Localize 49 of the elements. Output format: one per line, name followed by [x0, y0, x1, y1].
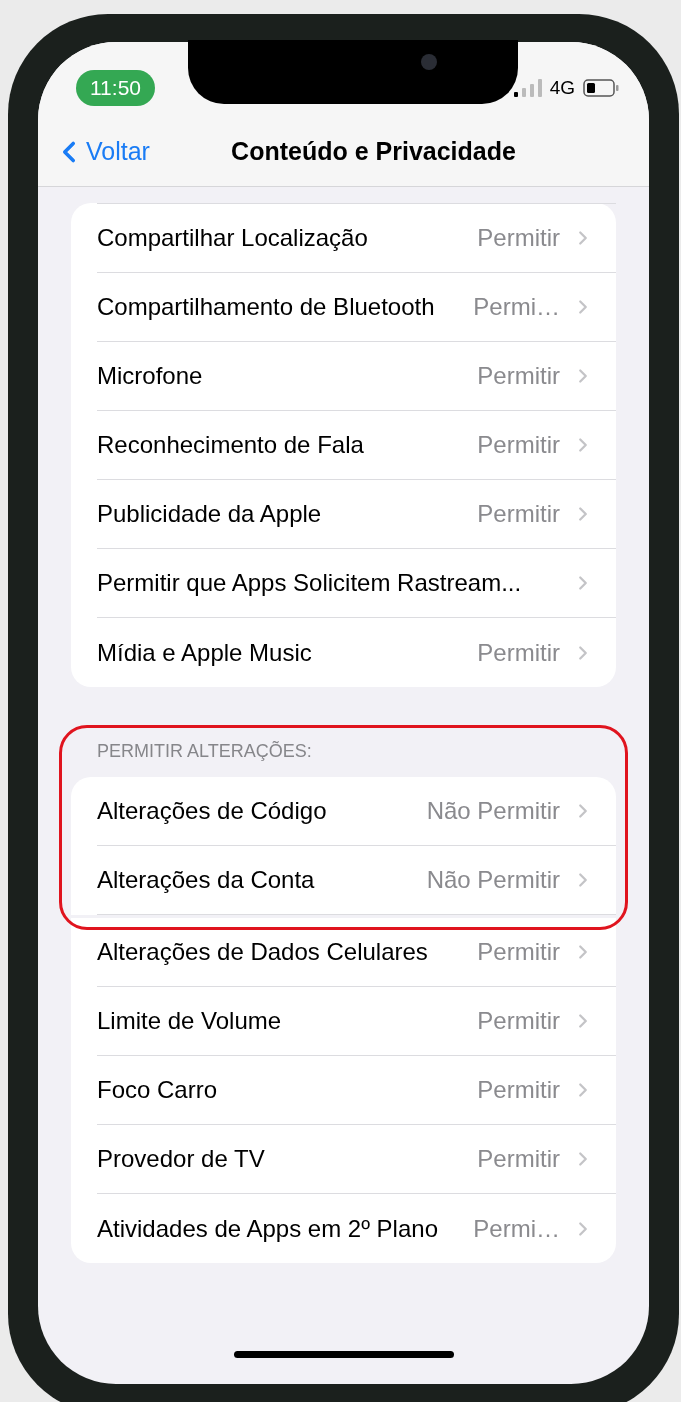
- row-label: Compartilhar Localização: [97, 223, 369, 253]
- settings-row[interactable]: Alterações de Código Não Permitir: [97, 777, 616, 846]
- settings-row[interactable]: Permitir que Apps Solicitem Rastream...: [97, 549, 616, 618]
- row-label: Alterações de Dados Celulares: [97, 937, 429, 967]
- settings-row[interactable]: Limite de Volume Permitir: [97, 987, 616, 1056]
- row-value: Permitir: [477, 223, 560, 253]
- status-time: 11:50: [76, 70, 155, 106]
- row-value: Permitir: [477, 1144, 560, 1174]
- camera-icon: [421, 54, 437, 70]
- section-header: PERMITIR ALTERAÇÕES:: [96, 740, 313, 763]
- settings-row[interactable]: Provedor de TV Permitir: [97, 1125, 616, 1194]
- row-value: Permitir: [477, 361, 560, 391]
- row-label: Provedor de TV: [97, 1144, 266, 1174]
- row-value: Não Permitir: [426, 865, 560, 895]
- settings-row[interactable]: Publicidade da Apple Permitir: [97, 480, 616, 549]
- settings-row[interactable]: Compartilhar Localização Permitir: [97, 204, 616, 273]
- settings-row[interactable]: Microfone Permitir: [97, 342, 616, 411]
- settings-row[interactable]: Compartilhamento de Bluetooth Permi…: [97, 273, 616, 342]
- settings-row[interactable]: Alterações da Conta Não Permitir: [97, 846, 616, 915]
- row-label: Microfone: [97, 361, 204, 391]
- back-button[interactable]: Voltar: [52, 133, 150, 171]
- row-label: Alterações da Conta: [97, 865, 316, 895]
- row-label: Atividades de Apps em 2º Plano: [97, 1213, 439, 1244]
- settings-row[interactable]: Alterações de Dados Celulares Permitir: [97, 918, 616, 987]
- row-value: Permitir: [477, 1075, 560, 1105]
- settings-row[interactable]: Atividades de Apps em 2º Plano Permi…: [97, 1194, 616, 1263]
- row-value: Permitir: [477, 499, 560, 529]
- row-label: Publicidade da Apple: [97, 499, 323, 529]
- row-value: Permitir: [477, 937, 560, 967]
- row-label: Limite de Volume: [97, 1006, 283, 1036]
- row-label: Alterações de Código: [97, 796, 328, 826]
- row-label: Foco Carro: [97, 1075, 219, 1105]
- settings-row[interactable]: Foco Carro Permitir: [97, 1056, 616, 1125]
- settings-row[interactable]: Mídia e Apple Music Permitir: [97, 618, 616, 687]
- settings-row[interactable]: Reconhecimento de Fala Permitir: [97, 411, 616, 480]
- row-value: Permi…: [473, 1213, 560, 1244]
- row-label: Reconhecimento de Fala: [97, 430, 365, 460]
- row-label: Mídia e Apple Music: [97, 637, 313, 668]
- row-label: Compartilhamento de Bluetooth: [97, 292, 436, 322]
- network-label: 4G: [549, 75, 575, 100]
- row-value: Permitir: [477, 430, 560, 460]
- signal-icon: [513, 79, 542, 97]
- row-label: Permitir que Apps Solicitem Rastream...: [97, 568, 523, 598]
- row-value: Não Permitir: [426, 796, 560, 826]
- row-value: Permitir: [477, 637, 560, 668]
- nav-title: Conteúdo e Privacidade: [231, 136, 516, 168]
- row-value: Permitir: [477, 1006, 560, 1036]
- row-value: Permi…: [473, 292, 560, 322]
- battery-icon: [583, 79, 619, 97]
